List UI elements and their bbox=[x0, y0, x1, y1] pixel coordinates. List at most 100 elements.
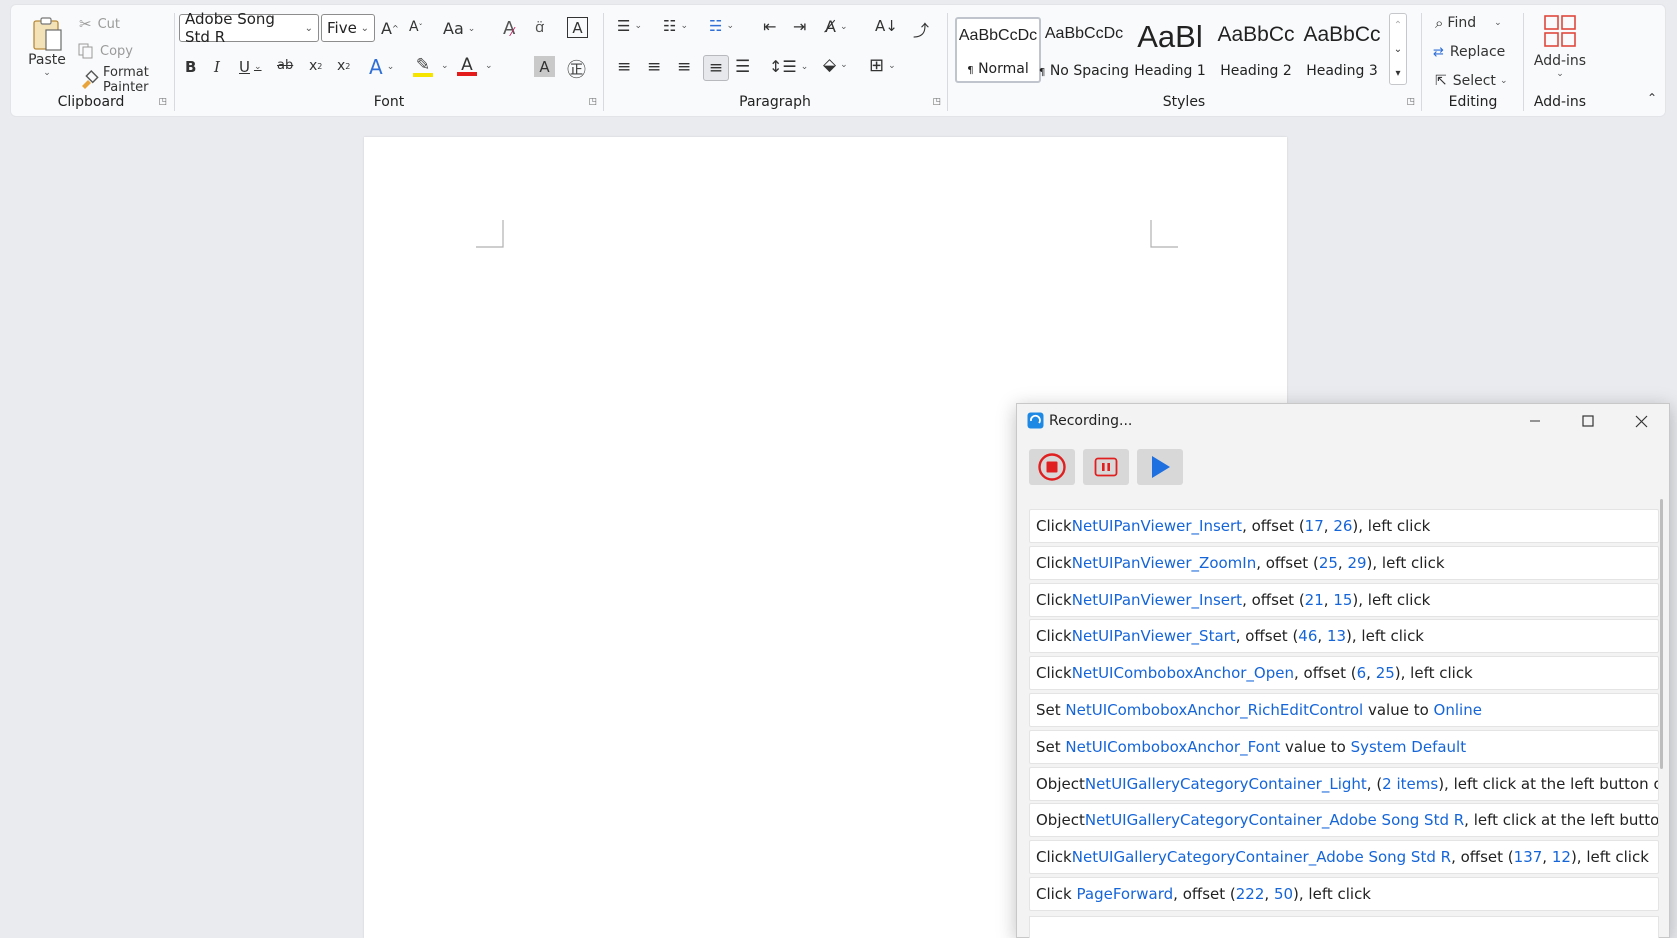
addins-button[interactable]: Add-ins ⌄ bbox=[1529, 9, 1591, 85]
recorded-action-row[interactable]: Click NetUIPanViewer_Insert, offset (21, … bbox=[1029, 582, 1659, 617]
style-heading-2[interactable]: AaBbCc Heading 2 bbox=[1213, 17, 1299, 83]
pause-recording-button[interactable] bbox=[1083, 449, 1129, 485]
numbering-button[interactable]: ☷ ⌄ bbox=[663, 17, 688, 35]
style-heading-3[interactable]: AaBbCc Heading 3 bbox=[1299, 17, 1385, 83]
decrease-indent-button[interactable]: ⇤ bbox=[763, 17, 776, 36]
collapse-ribbon-icon[interactable]: ⌃ bbox=[1647, 91, 1657, 105]
replace-button[interactable]: ⇄ Replace bbox=[1433, 42, 1505, 62]
action-token: Click bbox=[1036, 664, 1072, 683]
stop-recording-button[interactable] bbox=[1029, 449, 1075, 485]
grow-font-button[interactable]: A ^ bbox=[381, 19, 399, 38]
copy-label: Copy bbox=[100, 43, 133, 59]
recorded-action-row[interactable]: Object NetUIGalleryCategoryContainer_Adob… bbox=[1029, 803, 1659, 838]
replace-label: Replace bbox=[1449, 44, 1506, 60]
more-styles-icon[interactable]: ▾ bbox=[1390, 62, 1406, 84]
chevron-down-icon: ⌄ bbox=[43, 68, 51, 78]
distributed-button[interactable]: ☰ bbox=[735, 57, 750, 77]
action-token: , offset ( bbox=[1451, 848, 1514, 867]
format-painter-label-line1: Format bbox=[103, 65, 149, 80]
italic-button[interactable]: I bbox=[214, 58, 220, 76]
shading-button[interactable]: ⬙ ⌄ bbox=[823, 55, 848, 75]
minimize-button[interactable] bbox=[1521, 410, 1549, 432]
enclose-characters-icon[interactable]: ㊣ bbox=[567, 55, 586, 82]
subscript-button[interactable]: x2 bbox=[309, 58, 322, 74]
font-name-combobox[interactable]: Adobe Song Std R ⌄ bbox=[179, 10, 319, 46]
strikethrough-button[interactable]: ab bbox=[277, 58, 293, 73]
chevron-up-icon[interactable]: ⌃ bbox=[1390, 14, 1406, 36]
bullets-button[interactable]: ☰ ⌄ bbox=[617, 17, 642, 35]
style-no-spacing[interactable]: AaBbCcDc ¶ No Spacing bbox=[1039, 17, 1129, 83]
play-button[interactable] bbox=[1137, 449, 1183, 485]
shrink-font-button[interactable]: Aˇ bbox=[409, 19, 423, 35]
recorded-action-row[interactable]: Set NetUIComboboxAnchor_Font value to Sy… bbox=[1029, 729, 1659, 764]
phonetic-guide-icon[interactable]: ꭤ̈ bbox=[535, 17, 544, 37]
action-token: Click bbox=[1036, 884, 1077, 903]
recorded-action-row[interactable]: Object NetUIGalleryCategoryContainer_Ligh… bbox=[1029, 766, 1659, 801]
maximize-button[interactable] bbox=[1574, 410, 1602, 432]
chevron-down-icon[interactable]: ⌄ bbox=[305, 23, 313, 34]
align-left-button[interactable]: ≡ bbox=[617, 57, 631, 77]
superscript-button[interactable]: x2 bbox=[337, 58, 350, 74]
justify-button[interactable]: ≡ bbox=[703, 55, 729, 81]
crop-mark-top-left bbox=[476, 220, 504, 248]
action-token-highlight: NetUIPanViewer_ZoomIn bbox=[1071, 553, 1257, 572]
multilevel-list-button[interactable]: ☵ ⌄ bbox=[709, 17, 734, 35]
show-hide-marks-icon[interactable]: ⤴ bbox=[913, 17, 929, 41]
minimize-icon bbox=[1530, 420, 1540, 422]
select-button[interactable]: ⇱ Select ⌄ bbox=[1435, 71, 1507, 91]
style-preview: AaBbCcDc bbox=[958, 27, 1038, 44]
dialog-launcher-icon[interactable]: ◳ bbox=[1406, 97, 1415, 107]
action-token-highlight: 50 bbox=[1273, 884, 1294, 903]
line-spacing-button[interactable]: ↕☰ ⌄ bbox=[769, 57, 808, 76]
font-color-button[interactable]: A bbox=[457, 55, 477, 76]
copy-button[interactable]: Copy bbox=[77, 41, 133, 61]
action-token-highlight: 21 bbox=[1304, 590, 1324, 609]
underline-button[interactable]: U ⌄ bbox=[239, 58, 262, 76]
character-border-icon[interactable]: A bbox=[567, 17, 588, 38]
change-case-button[interactable]: Aa ⌄ bbox=[443, 19, 475, 38]
cut-button[interactable]: ✂ Cut bbox=[79, 14, 120, 34]
bold-button[interactable]: B bbox=[185, 58, 196, 76]
recorded-actions-list[interactable]: Click NetUIPanViewer_Insert, offset (17, … bbox=[1029, 509, 1659, 938]
recorded-action-row[interactable]: Set NetUIComboboxAnchor_RichEditControl … bbox=[1029, 692, 1659, 727]
align-right-button[interactable]: ≡ bbox=[677, 57, 691, 77]
style-heading-1[interactable]: AaBl Heading 1 bbox=[1127, 17, 1213, 83]
center-button[interactable]: ≡ bbox=[647, 57, 661, 77]
text-effects-button[interactable]: A ⌄ bbox=[369, 55, 394, 79]
close-button[interactable] bbox=[1627, 410, 1655, 432]
chevron-down-icon: ⌄ bbox=[840, 60, 848, 70]
scissors-icon: ✂ bbox=[79, 15, 92, 33]
recorded-action-row[interactable]: Click NetUIGalleryCategoryContainer_Adobe… bbox=[1029, 840, 1659, 875]
recorded-action-row[interactable]: Click NetUIComboboxAnchor_Open, offset (6… bbox=[1029, 656, 1659, 691]
recorded-action-row[interactable]: Click NetUIPanViewer_Start, offset (46, 1… bbox=[1029, 619, 1659, 654]
style-normal[interactable]: AaBbCcDc ¶ Normal bbox=[955, 17, 1041, 83]
highlight-color-button[interactable]: ✎ bbox=[413, 55, 433, 77]
asian-layout-button[interactable]: A̸ ⌄ bbox=[825, 17, 848, 36]
find-button[interactable]: ⌕ Find ⌄ bbox=[1435, 13, 1502, 33]
dialog-launcher-icon[interactable]: ◳ bbox=[158, 97, 167, 107]
chevron-down-icon[interactable]: ⌄ bbox=[441, 61, 449, 71]
chevron-down-icon[interactable]: ⌄ bbox=[485, 61, 493, 71]
recorded-action-row[interactable]: Click NetUIPanViewer_ZoomIn, offset (25, … bbox=[1029, 545, 1659, 580]
action-token: , ( bbox=[1366, 774, 1383, 793]
borders-button[interactable]: ⊞ ⌄ bbox=[869, 55, 896, 76]
increase-indent-button[interactable]: ⇥ bbox=[793, 17, 806, 36]
action-token-highlight: NetUIGalleryCategoryContainer_Light bbox=[1084, 774, 1367, 793]
character-shading-button[interactable]: A bbox=[534, 56, 555, 77]
paste-button[interactable]: Paste ⌄ bbox=[25, 11, 69, 83]
action-token-highlight: 17 bbox=[1304, 517, 1324, 535]
clear-formatting-icon[interactable]: A ⁄ bbox=[503, 17, 515, 40]
dialog-launcher-icon[interactable]: ◳ bbox=[588, 97, 597, 107]
dialog-launcher-icon[interactable]: ◳ bbox=[932, 97, 941, 107]
action-token-highlight: NetUIGalleryCategoryContainer_Adobe Song… bbox=[1084, 811, 1465, 830]
format-painter-button[interactable]: Format Painter bbox=[79, 63, 149, 97]
font-size-combobox[interactable]: Five ⌄ bbox=[321, 14, 375, 42]
action-token: , bbox=[1264, 884, 1274, 903]
sort-button[interactable]: A↓ bbox=[875, 17, 898, 35]
chevron-down-icon[interactable]: ⌄ bbox=[1390, 38, 1406, 60]
list-scrollbar[interactable] bbox=[1660, 499, 1663, 769]
chevron-down-icon: ⌄ bbox=[253, 62, 262, 72]
chevron-down-icon[interactable]: ⌄ bbox=[361, 23, 369, 34]
recorded-action-row[interactable]: Click PageForward, offset (222, 50), lef… bbox=[1029, 876, 1659, 911]
recorded-action-row[interactable]: Click NetUIPanViewer_Insert, offset (17, … bbox=[1029, 509, 1659, 543]
